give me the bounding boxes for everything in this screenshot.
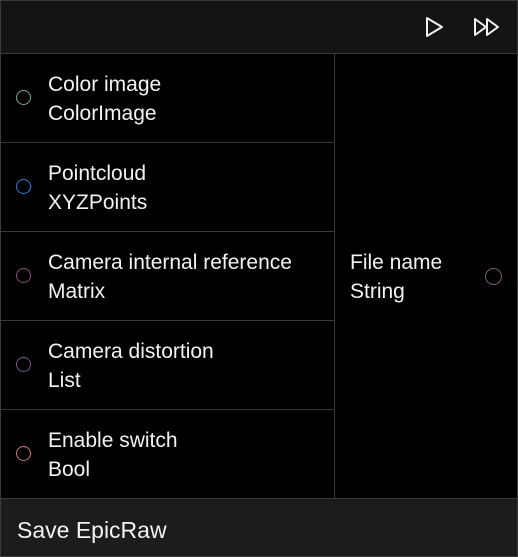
port-type: Bool xyxy=(48,458,91,481)
port-name: Color image xyxy=(48,73,162,96)
input-connector-camera-internal-reference[interactable] xyxy=(16,268,31,283)
port-name: Camera internal reference xyxy=(48,251,292,274)
input-port-pointcloud: Pointcloud XYZPoints xyxy=(1,143,334,232)
input-connector-color-image[interactable] xyxy=(16,90,31,105)
port-name: File name xyxy=(350,251,443,274)
input-port-camera-distortion: Camera distortion List xyxy=(1,321,334,410)
output-connector-file-name[interactable] xyxy=(485,268,502,285)
port-type: List xyxy=(48,369,81,392)
save-epicraw-node: Color image ColorImage Pointcloud XYZPoi… xyxy=(0,0,518,557)
fast-forward-icon xyxy=(474,18,499,36)
input-connector-pointcloud[interactable] xyxy=(16,179,31,194)
input-port-enable-switch: Enable switch Bool xyxy=(1,410,334,498)
input-connector-enable-switch[interactable] xyxy=(16,446,31,461)
port-type: XYZPoints xyxy=(48,191,148,214)
port-type: String xyxy=(350,280,405,303)
input-port-camera-internal-reference: Camera internal reference Matrix xyxy=(1,232,334,321)
output-ports: File name String xyxy=(335,54,517,498)
run-all-button[interactable] xyxy=(473,11,503,43)
port-name: Enable switch xyxy=(48,429,178,452)
port-name: Pointcloud xyxy=(48,162,147,185)
node-toolbar xyxy=(1,1,517,54)
port-type: ColorImage xyxy=(48,102,157,125)
run-button[interactable] xyxy=(419,11,449,43)
input-port-color-image: Color image ColorImage xyxy=(1,54,334,143)
play-icon xyxy=(426,17,443,37)
output-port-file-name: File name String xyxy=(350,248,442,306)
node-title: Save EpicRaw xyxy=(17,517,167,543)
input-connector-camera-distortion[interactable] xyxy=(16,357,31,372)
node-footer: Save EpicRaw xyxy=(1,498,517,556)
port-name: Camera distortion xyxy=(48,340,214,363)
input-ports: Color image ColorImage Pointcloud XYZPoi… xyxy=(1,54,334,498)
port-type: Matrix xyxy=(48,280,106,303)
